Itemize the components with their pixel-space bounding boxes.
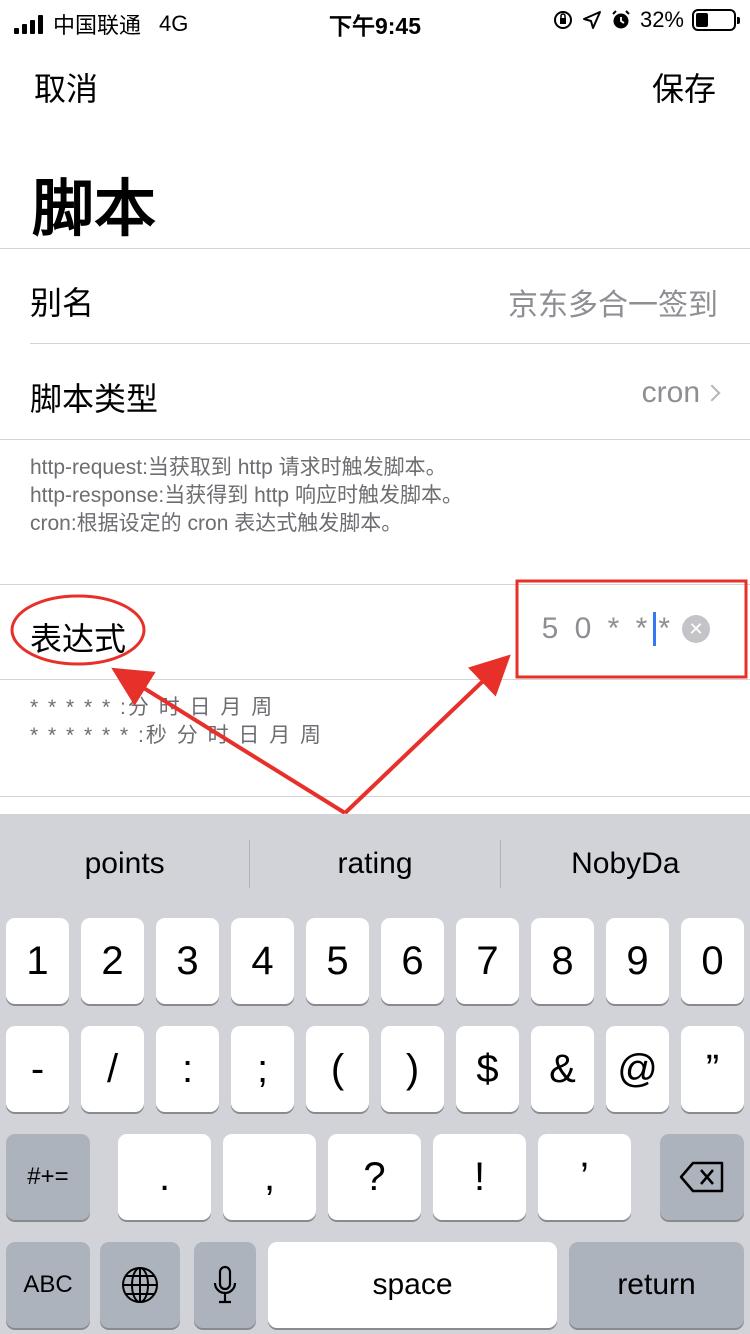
expression-help: * * * * * :分 时 日 月 周 * * * * * * :秒 分 时 …: [30, 694, 323, 750]
expression-label: 表达式: [30, 621, 127, 657]
expression-input[interactable]: 5 0 * * * ✕: [542, 612, 710, 646]
suggestion-item[interactable]: NobyDa: [501, 814, 750, 914]
key-5[interactable]: 5: [306, 918, 369, 1004]
key-colon[interactable]: :: [156, 1026, 219, 1112]
help-line: * * * * * * :秒 分 时 日 月 周: [30, 724, 324, 747]
key-exclamation[interactable]: !: [433, 1134, 526, 1220]
return-key[interactable]: return: [569, 1242, 744, 1328]
microphone-icon: [213, 1265, 237, 1304]
key-apostrophe[interactable]: ’: [538, 1134, 631, 1220]
key-question[interactable]: ?: [328, 1134, 421, 1220]
chevron-right-icon: [703, 384, 721, 402]
key-2[interactable]: 2: [81, 918, 144, 1004]
key-at[interactable]: @: [606, 1026, 669, 1112]
key-close-paren[interactable]: ): [381, 1026, 444, 1112]
status-bar: 中国联通 4G 下午9:45 32%: [0, 0, 750, 40]
help-line: http-request:当获取到 http 请求时触发脚本。: [30, 456, 447, 479]
key-hyphen[interactable]: -: [6, 1026, 69, 1112]
key-dollar[interactable]: $: [456, 1026, 519, 1112]
globe-key[interactable]: [100, 1242, 180, 1328]
dictation-key[interactable]: [194, 1242, 256, 1328]
expression-text-before-caret: 5 0 * *: [541, 612, 652, 645]
divider: [0, 248, 750, 249]
key-open-paren[interactable]: (: [306, 1026, 369, 1112]
cancel-button[interactable]: 取消: [34, 64, 98, 110]
script-type-selector[interactable]: cron: [641, 376, 721, 410]
script-type-label: 脚本类型: [30, 381, 159, 417]
symbols-mode-key[interactable]: #+=: [6, 1134, 90, 1220]
key-0[interactable]: 0: [681, 918, 744, 1004]
delete-key[interactable]: [660, 1134, 744, 1220]
script-type-value: cron: [641, 376, 700, 409]
alarm-icon: [612, 10, 630, 29]
battery-percent: 32%: [639, 7, 684, 32]
alias-field[interactable]: 京东多合一签到: [508, 280, 718, 324]
divider: [30, 343, 750, 344]
backspace-icon: [679, 1161, 724, 1193]
suggestion-item[interactable]: rating: [250, 814, 499, 914]
expression-text-after-caret: *: [658, 612, 674, 645]
key-9[interactable]: 9: [606, 918, 669, 1004]
help-line: * * * * * :分 时 日 月 周: [30, 696, 275, 719]
clear-input-icon[interactable]: ✕: [682, 615, 710, 643]
alias-label: 别名: [30, 285, 95, 321]
key-slash[interactable]: /: [81, 1026, 144, 1112]
text-caret: [653, 612, 657, 646]
script-type-help: http-request:当获取到 http 请求时触发脚本。 http-res…: [30, 454, 463, 538]
keyboard: points rating NobyDa 1 2 3 4 5 6 7 8 9 0…: [0, 814, 750, 1334]
key-quote[interactable]: ”: [681, 1026, 744, 1112]
suggestion-item[interactable]: points: [0, 814, 249, 914]
key-period[interactable]: .: [118, 1134, 211, 1220]
key-7[interactable]: 7: [456, 918, 519, 1004]
help-line: cron:根据设定的 cron 表达式触发脚本。: [30, 512, 403, 535]
orientation-lock-icon: [553, 11, 572, 29]
divider: [0, 584, 750, 585]
location-icon: [582, 11, 601, 29]
annotation-arrow-right: [343, 654, 511, 815]
space-key[interactable]: space: [268, 1242, 557, 1328]
save-button[interactable]: 保存: [652, 64, 716, 110]
key-8[interactable]: 8: [531, 918, 594, 1004]
key-3[interactable]: 3: [156, 918, 219, 1004]
suggestion-bar: points rating NobyDa: [0, 814, 750, 914]
key-6[interactable]: 6: [381, 918, 444, 1004]
key-1[interactable]: 1: [6, 918, 69, 1004]
divider: [0, 679, 750, 680]
key-semicolon[interactable]: ;: [231, 1026, 294, 1112]
key-4[interactable]: 4: [231, 918, 294, 1004]
abc-key[interactable]: ABC: [6, 1242, 90, 1328]
divider: [0, 796, 750, 797]
help-line: http-response:当获得到 http 响应时触发脚本。: [30, 484, 463, 507]
key-ampersand[interactable]: &: [531, 1026, 594, 1112]
page-title: 脚本: [32, 175, 157, 244]
globe-icon: [122, 1267, 158, 1303]
battery-icon: [692, 9, 740, 31]
key-comma[interactable]: ,: [223, 1134, 316, 1220]
divider: [0, 439, 750, 440]
